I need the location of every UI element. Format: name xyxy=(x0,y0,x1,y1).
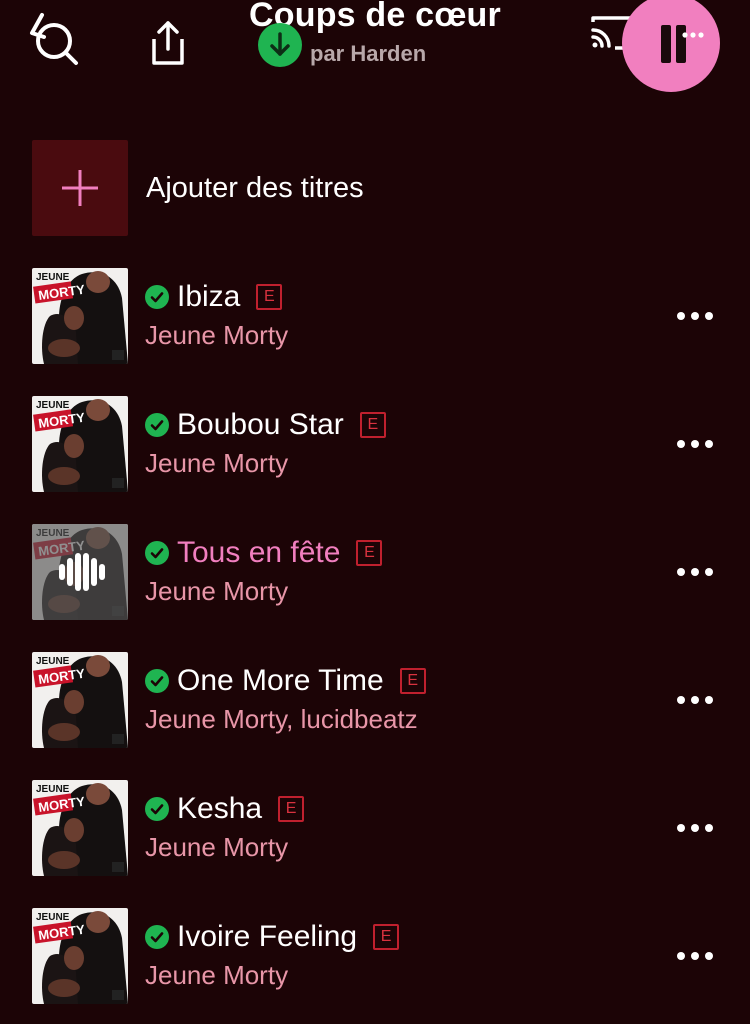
track-row[interactable]: JEUNE MORTY One More Time E Jeune Morty,… xyxy=(32,652,732,748)
track-artist: Jeune Morty xyxy=(145,960,289,990)
back-search-icon[interactable] xyxy=(22,6,82,68)
explicit-badge: E xyxy=(399,668,426,694)
track-row[interactable]: JEUNE MORTY Kesha E Jeune Morty xyxy=(32,780,732,876)
playlist-title: Coups de cœur xyxy=(249,0,501,34)
album-cover: JEUNE MORTY xyxy=(32,524,128,620)
more-options-icon[interactable] xyxy=(670,554,720,590)
track-artist: Jeune Morty xyxy=(145,320,289,350)
track-artist: Jeune Morty xyxy=(145,576,289,606)
track-title: One More Time xyxy=(177,664,384,697)
svg-text:JEUNE: JEUNE xyxy=(36,400,70,411)
downloaded-check-icon xyxy=(145,669,169,693)
plus-icon xyxy=(32,140,128,236)
svg-text:JEUNE: JEUNE xyxy=(36,272,70,283)
download-icon[interactable] xyxy=(258,23,302,67)
explicit-badge: E xyxy=(356,540,383,566)
track-artist: Jeune Morty xyxy=(145,448,289,478)
more-options-icon[interactable] xyxy=(670,938,720,974)
track-row-playing[interactable]: JEUNE MORTY Tous en fête E Jeune Morty xyxy=(32,524,732,620)
svg-text:JEUNE: JEUNE xyxy=(36,656,70,667)
track-title: Boubou Star xyxy=(177,408,344,441)
downloaded-check-icon xyxy=(145,797,169,821)
pause-button[interactable] xyxy=(622,0,720,92)
album-cover: JEUNE MORTY xyxy=(32,652,128,748)
add-tracks-label: Ajouter des titres xyxy=(146,171,364,204)
track-artist: Jeune Morty xyxy=(145,832,289,862)
svg-text:JEUNE: JEUNE xyxy=(36,784,70,795)
more-options-icon[interactable] xyxy=(670,810,720,846)
playlist-owner: par Harden xyxy=(310,41,427,66)
album-cover: JEUNE MORTY xyxy=(32,396,128,492)
track-artist: Jeune Morty, lucidbeatz xyxy=(145,704,418,734)
pause-icon xyxy=(661,25,704,63)
track-title: Ivoire Feeling xyxy=(177,920,358,953)
explicit-badge: E xyxy=(373,924,400,950)
explicit-badge: E xyxy=(256,284,283,310)
album-cover: JEUNE MORTY xyxy=(32,908,128,1004)
more-options-icon[interactable] xyxy=(670,682,720,718)
downloaded-check-icon xyxy=(145,413,169,437)
track-row[interactable]: JEUNE MORTY Ibiza E Jeune Morty xyxy=(32,268,732,364)
more-options-icon[interactable] xyxy=(670,426,720,462)
track-title: Ibiza xyxy=(177,280,241,313)
more-options-icon[interactable] xyxy=(670,298,720,334)
svg-text:JEUNE: JEUNE xyxy=(36,912,70,923)
downloaded-check-icon xyxy=(145,541,169,565)
explicit-badge: E xyxy=(359,412,386,438)
downloaded-check-icon xyxy=(145,285,169,309)
track-row[interactable]: JEUNE MORTY Ivoire Feeling E Jeune Morty xyxy=(32,908,732,1004)
downloaded-check-icon xyxy=(145,925,169,949)
track-title: Tous en fête xyxy=(177,536,341,569)
track-title: Kesha xyxy=(177,792,263,825)
header: Coups de cœur par Harden xyxy=(0,0,750,110)
explicit-badge: E xyxy=(278,796,305,822)
track-row[interactable]: JEUNE MORTY Boubou Star E Jeune Morty xyxy=(32,396,732,492)
album-cover: JEUNE MORTY xyxy=(32,268,128,364)
add-tracks-button[interactable]: Ajouter des titres xyxy=(32,140,732,236)
album-cover: JEUNE MORTY xyxy=(32,780,128,876)
